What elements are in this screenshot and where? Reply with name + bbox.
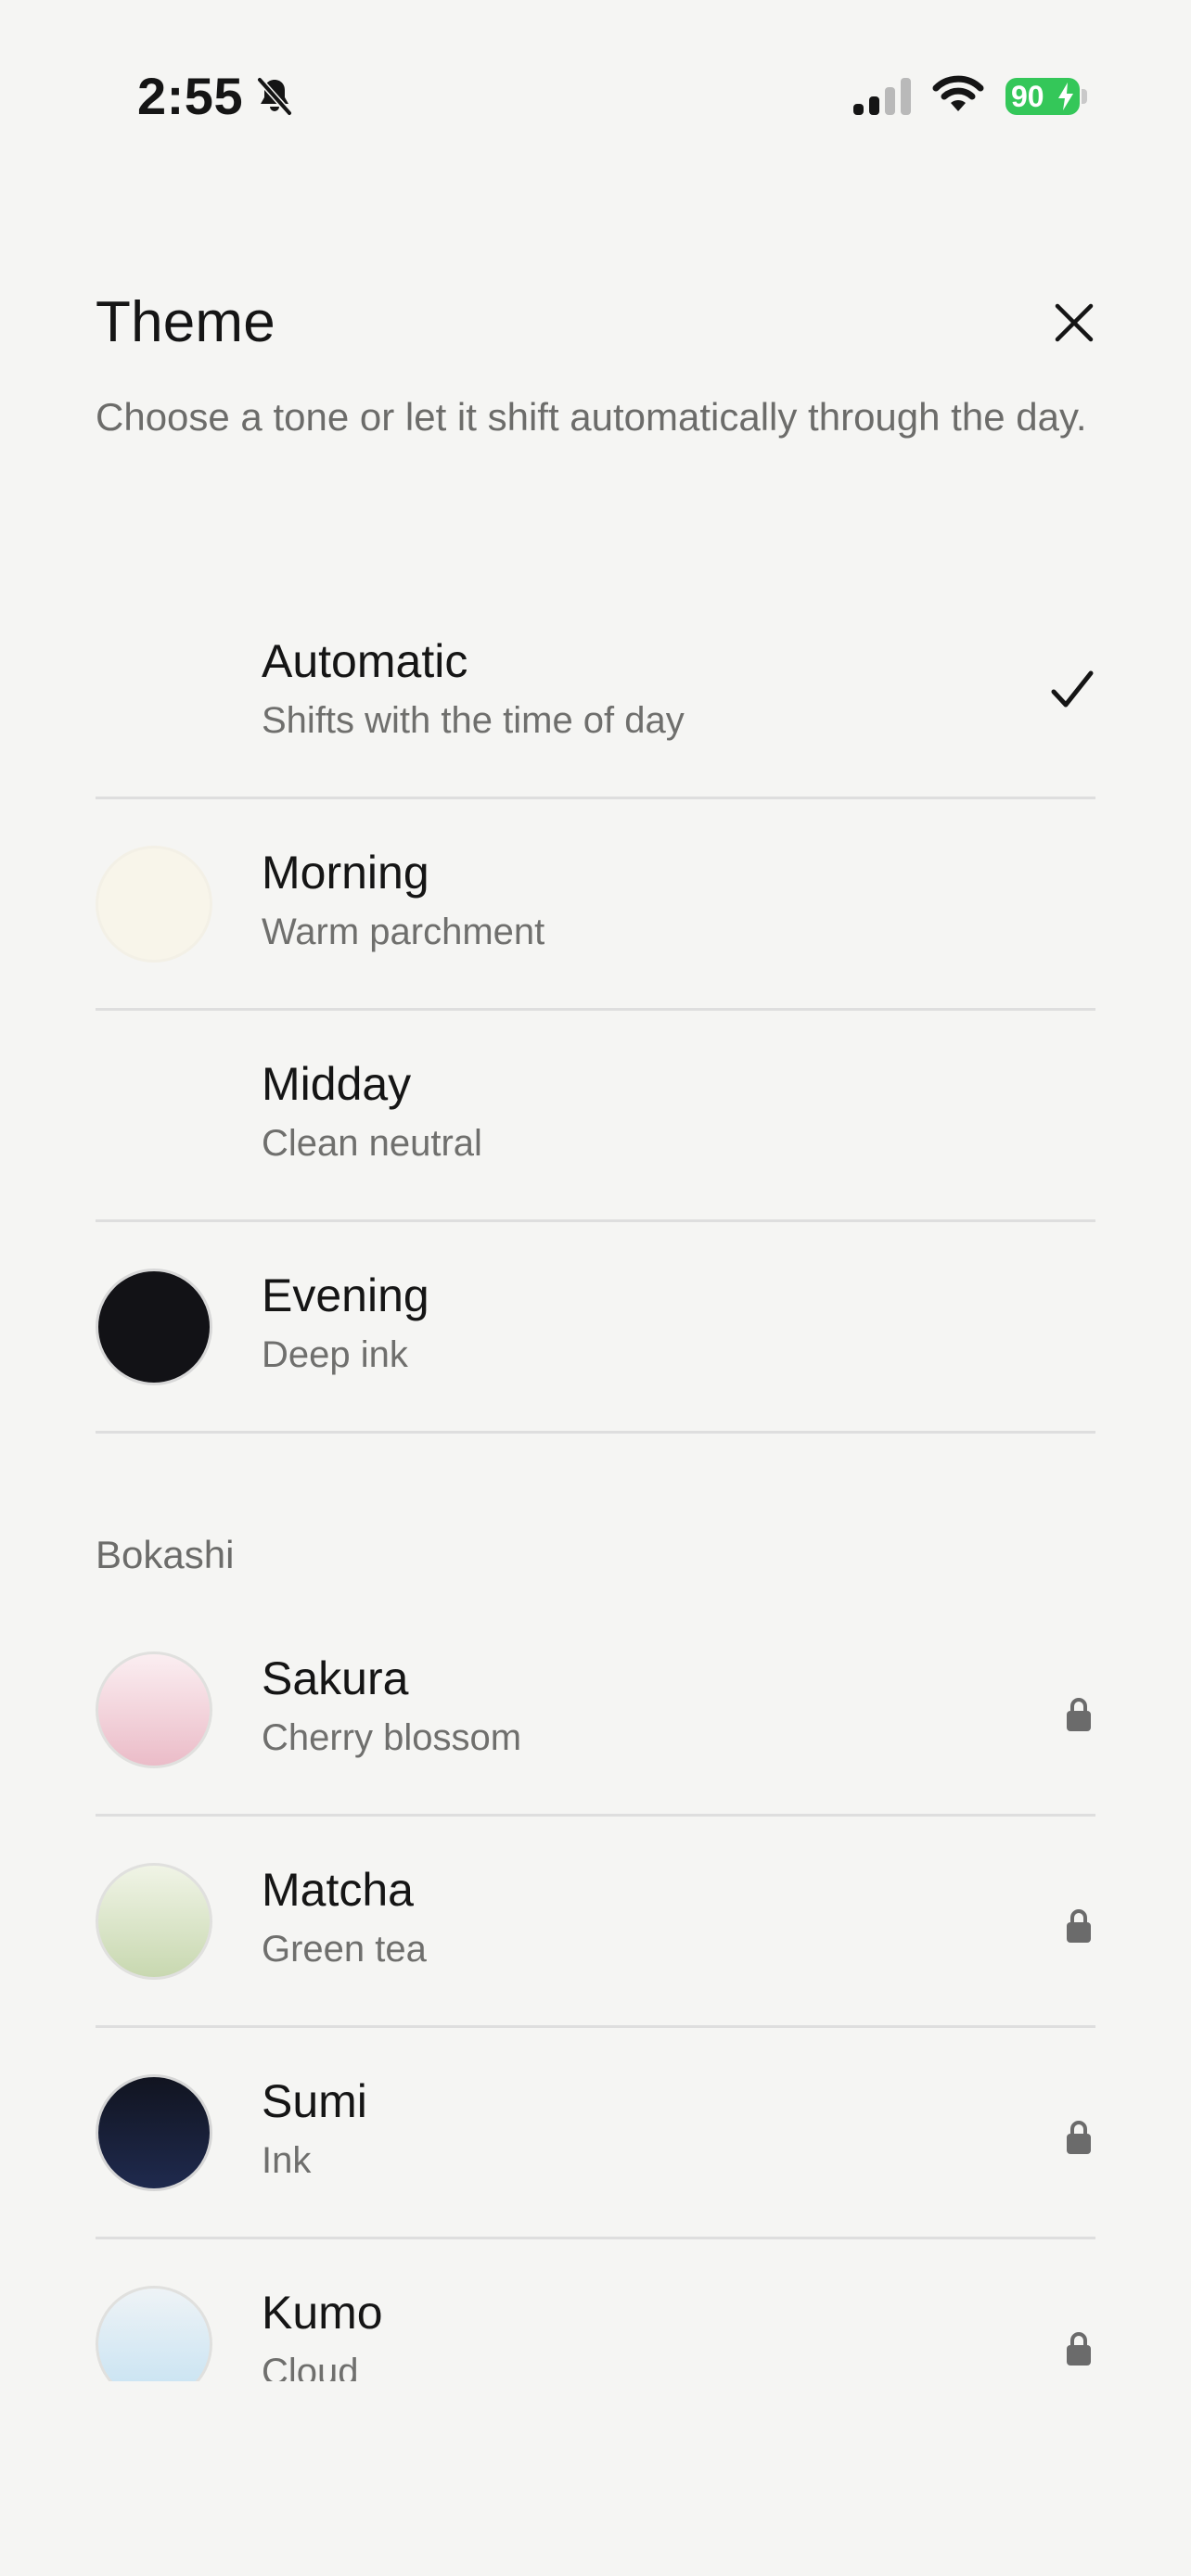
lock-icon	[1067, 2332, 1091, 2366]
theme-option-label: Sakura	[262, 1652, 409, 1704]
theme-option-description: Cherry blossom	[262, 1717, 522, 1758]
theme-option-description: Deep ink	[262, 1334, 408, 1375]
cellular-signal-icon	[853, 78, 911, 115]
theme-option-label: Sumi	[262, 2075, 367, 2127]
lock-icon	[1067, 1698, 1091, 1731]
bell-slash-icon	[257, 77, 292, 116]
theme-option-kumo[interactable]: Kumo Cloud	[96, 2239, 1095, 2381]
theme-swatch-midday	[96, 1057, 212, 1174]
theme-option-label: Midday	[262, 1058, 412, 1110]
theme-option-label: Kumo	[262, 2287, 383, 2339]
checkmark-icon	[1051, 670, 1094, 708]
lock-icon	[1067, 2121, 1091, 2154]
theme-option-matcha[interactable]: Matcha Green tea	[96, 1817, 1095, 2028]
close-button[interactable]	[1048, 297, 1100, 349]
theme-option-evening[interactable]: Evening Deep ink	[96, 1222, 1095, 1434]
section-label-bokashi: Bokashi	[96, 1533, 235, 1576]
charging-bolt-icon	[1058, 83, 1073, 110]
theme-option-description: Clean neutral	[262, 1123, 482, 1164]
theme-option-label: Evening	[262, 1269, 429, 1321]
theme-option-midday[interactable]: Midday Clean neutral	[96, 1011, 1095, 1222]
theme-option-label: Automatic	[262, 635, 468, 687]
theme-swatch-sakura	[96, 1651, 212, 1768]
theme-swatch-evening	[96, 1269, 212, 1385]
theme-swatch-morning	[96, 846, 212, 963]
theme-swatch-kumo	[96, 2286, 212, 2381]
theme-option-sumi[interactable]: Sumi Ink	[96, 2028, 1095, 2239]
wifi-icon	[932, 75, 984, 111]
theme-screen: 2:55 90 Theme Choose a tone or let it sh…	[0, 0, 1191, 2576]
theme-option-label: Morning	[262, 847, 429, 899]
page-title: Theme	[96, 290, 275, 354]
lock-icon	[1067, 1909, 1091, 1943]
page-subtitle: Choose a tone or let it shift automatica…	[96, 395, 1087, 439]
bokashi-theme-list[interactable]: Sakura Cherry blossom Matcha Green tea S…	[0, 1605, 1191, 2381]
theme-option-automatic[interactable]: Automatic Shifts with the time of day	[96, 588, 1095, 799]
theme-option-description: Shifts with the time of day	[262, 700, 685, 741]
theme-option-label: Matcha	[262, 1864, 414, 1916]
close-icon	[1055, 303, 1094, 342]
theme-swatch-sumi	[96, 2074, 212, 2191]
theme-option-description: Warm parchment	[262, 912, 545, 952]
theme-option-description: Cloud	[262, 2352, 359, 2381]
theme-option-morning[interactable]: Morning Warm parchment	[96, 799, 1095, 1011]
row-divider	[96, 1431, 1095, 1434]
theme-option-description: Ink	[262, 2140, 312, 2181]
theme-swatch-matcha	[96, 1863, 212, 1980]
theme-option-sakura[interactable]: Sakura Cherry blossom	[96, 1605, 1095, 1817]
battery-cap	[1082, 89, 1087, 104]
status-time: 2:55	[137, 67, 244, 125]
theme-option-description: Green tea	[262, 1929, 427, 1970]
